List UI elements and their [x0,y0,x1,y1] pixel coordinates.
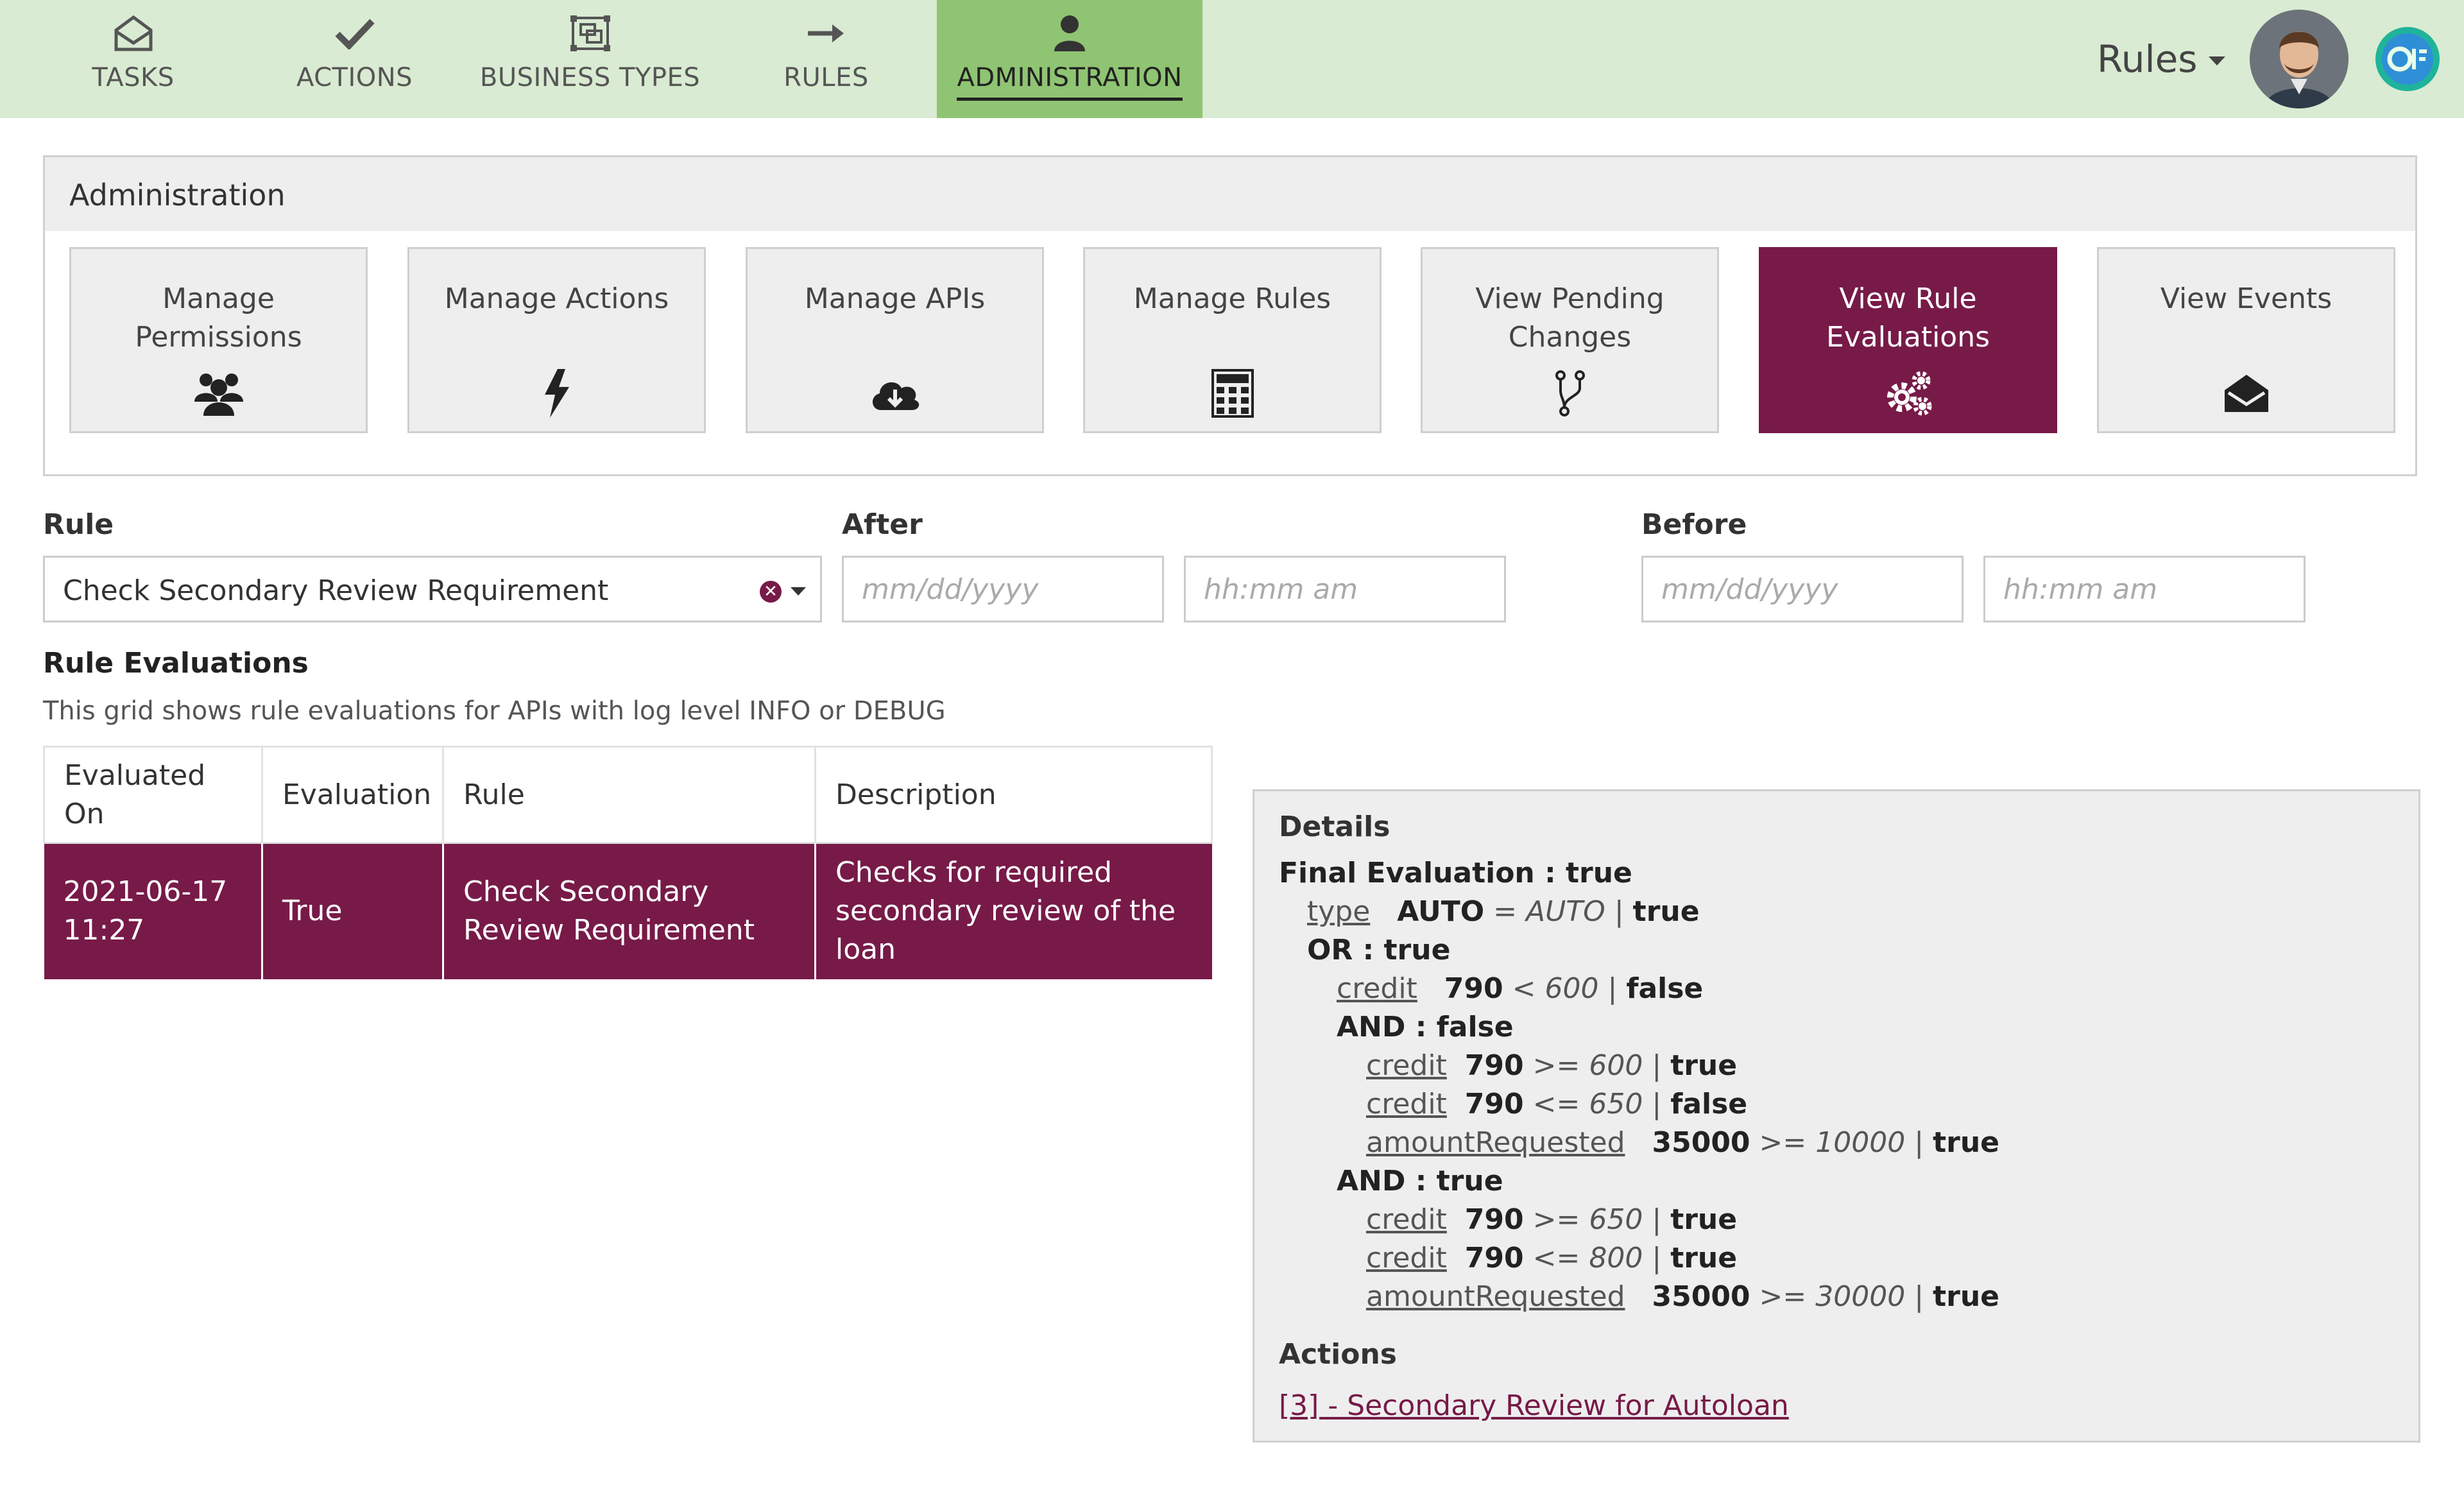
nav-rules[interactable]: RULES [764,0,889,118]
nav-business-types[interactable]: BUSINESS TYPES [480,0,700,118]
after-date-input[interactable] [844,558,1162,621]
details-panel: Details Final Evaluation : true type AUT… [1253,789,2420,1443]
detail-line: amountRequested 35000 >= 30000 | true [1366,1280,1999,1313]
users-icon [193,368,244,419]
rule-select-value: Check Secondary Review Requirement [63,574,609,607]
after-date-field[interactable] [842,556,1164,622]
envelope-open-icon [2221,368,2272,419]
chevron-down-icon[interactable] [791,587,806,596]
field-link[interactable]: credit [1366,1049,1447,1082]
detail-line: amountRequested 35000 >= 10000 | true [1366,1126,1999,1159]
tile-label: Manage APIs [804,282,986,315]
tile-label: View Rule Evaluations [1826,282,1990,354]
field-link[interactable]: amountRequested [1366,1280,1625,1313]
avatar[interactable] [2250,10,2348,108]
tile-label: View Events [2160,282,2332,315]
detail-line: type AUTO = AUTO | true [1307,895,1700,928]
arrow-right-icon [804,14,849,53]
administration-header: Administration [45,157,2415,231]
cogs-icon [1883,368,1934,419]
detail-line: credit 790 <= 800 | true [1366,1242,1738,1274]
tile-manage-apis[interactable]: Manage APIs [746,247,1044,433]
field-link[interactable]: type [1307,895,1370,928]
code-fork-icon [1544,368,1596,419]
after-time-input[interactable] [1186,558,1504,621]
cell-evaluation: True [262,843,444,979]
tile-manage-actions[interactable]: Manage Actions [407,247,706,433]
calculator-icon [1207,368,1258,419]
column-header-description[interactable]: Description [814,746,1213,844]
field-link[interactable]: amountRequested [1366,1126,1625,1159]
nav-tasks[interactable]: TASKS [71,0,196,118]
tile-view-events[interactable]: View Events [2097,247,2395,433]
rule-evaluations-grid: Evaluated On Evaluation Rule Description… [43,746,1213,979]
before-filter-label: Before [1641,508,1747,541]
rules-dropdown-label: Rules [2097,37,2198,81]
after-time-field[interactable] [1184,556,1506,622]
tile-manage-permissions[interactable]: Manage Permissions [69,247,368,433]
detail-line: credit 790 < 600 | false [1337,972,1704,1005]
field-link[interactable]: credit [1337,972,1417,1005]
checkmark-icon [332,14,377,53]
cell-rule: Check Secondary Review Requirement [443,843,816,979]
nav-rules-label: RULES [783,63,869,92]
action-link[interactable]: [3] - Secondary Review for Autoloan [1279,1389,1789,1422]
detail-group: OR : true [1307,934,1451,966]
app-logo-icon[interactable] [2374,26,2441,92]
tile-label: Manage Permissions [135,282,302,354]
detail-line: credit 790 >= 650 | true [1366,1203,1738,1236]
before-date-input[interactable] [1643,558,1962,621]
cloud-download-icon [869,368,921,419]
rule-select[interactable]: Check Secondary Review Requirement ✕ [43,556,822,622]
column-header-rule[interactable]: Rule [442,746,816,844]
nav-administration[interactable]: ADMINISTRATION [937,0,1202,118]
nav-tasks-label: TASKS [92,63,175,92]
bolt-icon [531,368,583,419]
before-time-input[interactable] [1985,558,2304,621]
before-date-field[interactable] [1641,556,1964,622]
envelope-open-icon [111,14,156,53]
after-filter-label: After [842,508,923,541]
tile-manage-rules[interactable]: Manage Rules [1083,247,1382,433]
column-header-evaluation[interactable]: Evaluation [261,746,444,844]
tile-label: Manage Rules [1133,282,1331,315]
final-evaluation: Final Evaluation : true [1279,857,1632,889]
tile-view-rule-evaluations[interactable]: View Rule Evaluations [1759,247,2057,433]
tile-label: Manage Actions [444,282,669,315]
chevron-down-icon [2209,56,2226,65]
detail-group: AND : false [1337,1011,1514,1043]
details-title: Details [1279,810,1390,843]
detail-line: credit 790 >= 600 | true [1366,1049,1738,1082]
nav-business-types-label: BUSINESS TYPES [479,63,701,92]
grid-header-row: Evaluated On Evaluation Rule Description [43,746,1213,844]
detail-group: AND : true [1337,1165,1503,1197]
rule-filter-label: Rule [43,508,114,541]
field-link[interactable]: credit [1366,1242,1447,1274]
administration-panel: Administration Manage Permissions Manage… [43,155,2417,476]
clear-icon[interactable]: ✕ [760,581,782,603]
administration-title: Administration [69,178,286,212]
tile-label: View Pending Changes [1475,282,1664,354]
column-header-evaluated-on[interactable]: Evaluated On [43,746,263,844]
object-group-icon [568,14,613,53]
table-row[interactable]: 2021-06-17 11:27 True Check Secondary Re… [44,843,1212,979]
user-icon [1047,14,1092,53]
rule-evaluations-description: This grid shows rule evaluations for API… [43,696,946,726]
nav-administration-label: ADMINISTRATION [957,63,1183,101]
rule-evaluations-title: Rule Evaluations [43,647,309,680]
before-time-field[interactable] [1983,556,2306,622]
nav-actions[interactable]: ACTIONS [292,0,417,118]
actions-title: Actions [1279,1338,1397,1371]
field-link[interactable]: credit [1366,1088,1447,1120]
detail-line: credit 790 <= 650 | false [1366,1088,1748,1120]
field-link[interactable]: credit [1366,1203,1447,1236]
cell-evaluated-on: 2021-06-17 11:27 [44,843,263,979]
tile-view-pending-changes[interactable]: View Pending Changes [1421,247,1719,433]
cell-description: Checks for required secondary review of … [815,843,1212,979]
nav-actions-label: ACTIONS [296,63,413,92]
top-navigation: TASKS ACTIONS BUSINESS TYPES RULES ADMIN… [0,0,2464,118]
rules-dropdown[interactable]: Rules [2097,37,2226,81]
